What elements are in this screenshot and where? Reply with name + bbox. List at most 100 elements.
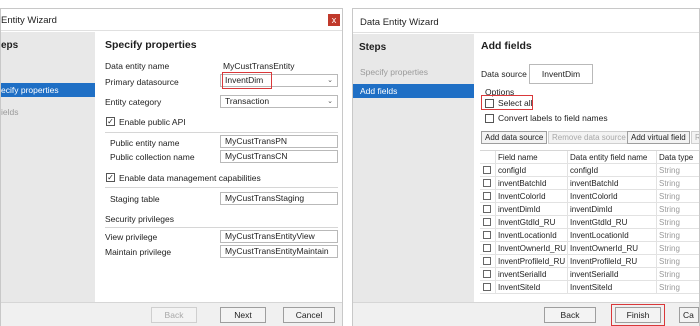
overflow-button[interactable]: R [691, 131, 699, 144]
table-row[interactable]: inventSerialId inventSerialId String [480, 268, 699, 281]
left-footer: Back Next Cancel [1, 302, 342, 326]
row-checkbox[interactable] [480, 177, 496, 190]
table-row[interactable]: inventBatchId inventBatchId String [480, 177, 699, 190]
entity-name-label: Data entity name [105, 61, 170, 71]
convert-labels-checkbox[interactable] [485, 114, 494, 123]
properties-panel: Specify properties Data entity name MyCu… [96, 32, 342, 302]
primary-datasource-label: Primary datasource [105, 77, 179, 87]
divider [343, 0, 352, 326]
public-collection-name-input[interactable]: MyCustTransCN [220, 150, 338, 163]
left-window-title: Entity Wizard [1, 15, 57, 26]
field-name-cell: inventDimId [496, 203, 568, 216]
data-type-cell: String [657, 242, 699, 255]
public-entity-name-input[interactable]: MyCustTransPN [220, 135, 338, 148]
column-header[interactable]: Data entity field name [568, 151, 657, 164]
enable-data-management-checkbox[interactable]: ✓ [106, 173, 115, 182]
column-header[interactable]: Field name [496, 151, 568, 164]
view-privilege-input[interactable]: MyCustTransEntityView [220, 230, 338, 243]
table-row[interactable]: InventSiteId InventSiteId String [480, 281, 699, 294]
row-checkbox[interactable] [480, 268, 496, 281]
highlight-outline [611, 304, 665, 326]
entity-name-value: MyCustTransEntity [223, 61, 295, 71]
public-entity-name-label: Public entity name [110, 138, 180, 148]
sidebar-item-add-fields[interactable]: Add fields [353, 84, 474, 98]
field-name-cell: InventProfileId_RU [496, 255, 568, 268]
back-button[interactable]: Back [151, 307, 197, 323]
table-row[interactable]: InventProfileId_RU InventProfileId_RU Stri… [480, 255, 699, 268]
next-button[interactable]: Next [220, 307, 266, 323]
highlight-outline [222, 72, 272, 89]
maintain-privilege-input[interactable]: MyCustTransEntityMaintain [220, 245, 338, 258]
sidebar-item-specify-properties[interactable]: Specify properties [360, 67, 428, 77]
right-steps-sidebar: Steps Specify properties Add fields [353, 34, 474, 302]
entity-field-name-cell: InventColorId [568, 190, 657, 203]
sidebar-item-add-fields[interactable]: ields [1, 107, 18, 117]
checkbox-box [483, 192, 491, 200]
row-checkbox[interactable] [480, 190, 496, 203]
back-button[interactable]: Back [544, 307, 596, 323]
staging-table-input[interactable]: MyCustTransStaging [220, 192, 338, 205]
add-virtual-field-button[interactable]: Add virtual field [627, 131, 690, 144]
staging-table-label: Staging table [110, 194, 160, 204]
entity-field-name-cell: InventSiteId [568, 281, 657, 294]
left-wizard-window: Entity Wizard x eps ecify properties iel… [0, 8, 343, 326]
field-name-cell: InventSiteId [496, 281, 568, 294]
enable-public-api-checkbox[interactable]: ✓ [106, 117, 115, 126]
entity-category-dropdown[interactable]: Transaction ⌄ [220, 95, 338, 108]
right-title-bar: Data Entity Wizard [353, 9, 699, 33]
enable-public-api-label: Enable public API [119, 117, 186, 127]
row-checkbox[interactable] [480, 229, 496, 242]
left-steps-sidebar: eps ecify properties ields [1, 32, 95, 302]
entity-field-name-cell: InventProfileId_RU [568, 255, 657, 268]
right-wizard-window: Data Entity Wizard Steps Specify propert… [352, 8, 700, 326]
page-title: Add fields [481, 40, 532, 52]
checkbox-box [483, 270, 491, 278]
close-button[interactable]: x [328, 14, 340, 26]
table-row[interactable]: InventColorId InventColorId String [480, 190, 699, 203]
table-row[interactable]: InventGtdId_RU InventGtdId_RU String [480, 216, 699, 229]
data-type-cell: String [657, 190, 699, 203]
row-checkbox[interactable] [480, 242, 496, 255]
checkbox-box [483, 283, 491, 291]
enable-data-management-label: Enable data management capabilities [119, 173, 261, 183]
table-row[interactable]: inventDimId inventDimId String [480, 203, 699, 216]
entity-field-name-cell: inventDimId [568, 203, 657, 216]
data-type-cell: String [657, 255, 699, 268]
maintain-privilege-label: Maintain privilege [105, 247, 172, 257]
data-type-cell: String [657, 229, 699, 242]
data-type-cell: String [657, 177, 699, 190]
convert-labels-label: Convert labels to field names [498, 113, 608, 123]
right-window-title: Data Entity Wizard [360, 17, 439, 28]
left-title-bar: Entity Wizard x [1, 9, 342, 31]
row-checkbox[interactable] [480, 255, 496, 268]
right-footer: Back Finish Ca [353, 302, 699, 326]
row-checkbox[interactable] [480, 216, 496, 229]
row-checkbox[interactable] [480, 203, 496, 216]
entity-field-name-cell: InventGtdId_RU [568, 216, 657, 229]
entity-field-name-cell: configId [568, 164, 657, 177]
row-checkbox[interactable] [480, 164, 496, 177]
cancel-button[interactable]: Cancel [283, 307, 335, 323]
data-type-cell: String [657, 164, 699, 177]
fields-grid: Field name Data entity field name Data t… [480, 150, 699, 294]
row-checkbox[interactable] [480, 281, 496, 294]
column-header[interactable]: Data type [657, 151, 699, 164]
sidebar-item-specify-properties[interactable]: ecify properties [1, 83, 95, 97]
steps-title: eps [1, 40, 19, 51]
field-name-cell: InventLocationId [496, 229, 568, 242]
field-name-cell: InventOwnerId_RU [496, 242, 568, 255]
cancel-button[interactable]: Ca [679, 307, 699, 323]
grid-header: Field name Data entity field name Data t… [480, 151, 699, 164]
field-name-cell: configId [496, 164, 568, 177]
checkbox-box [483, 205, 491, 213]
remove-data-source-button[interactable]: Remove data source [548, 131, 630, 144]
table-row[interactable]: configId configId String [480, 164, 699, 177]
table-row[interactable]: InventOwnerId_RU InventOwnerId_RU String [480, 242, 699, 255]
table-row[interactable]: InventLocationId InventLocationId String [480, 229, 699, 242]
view-privilege-label: View privilege [105, 232, 158, 242]
data-type-cell: String [657, 281, 699, 294]
entity-field-name-cell: inventSerialId [568, 268, 657, 281]
security-privileges-label: Security privileges [105, 214, 174, 224]
add-data-source-button[interactable]: Add data source [481, 131, 548, 144]
data-source-field[interactable]: InventDim [529, 64, 593, 84]
